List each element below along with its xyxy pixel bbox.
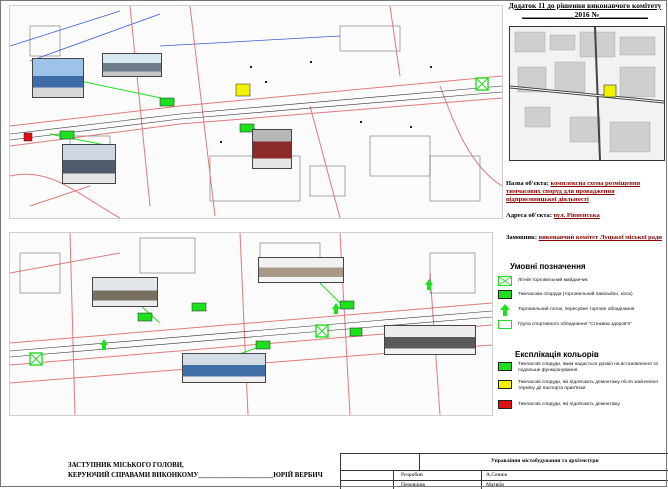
pavilion-photo bbox=[384, 325, 476, 355]
developer-role: Розробив bbox=[401, 472, 423, 478]
pavilion-photo bbox=[92, 277, 158, 307]
color-swatch-green bbox=[498, 362, 512, 371]
address-value: вул. Рівненська bbox=[553, 212, 600, 219]
colors-title: Експлікація кольорів bbox=[515, 350, 599, 359]
pavilion-photo bbox=[252, 129, 292, 169]
legend-item-label: Торговельний лоток, пересувне торгове об… bbox=[518, 307, 635, 312]
title-block: Управління містобудування та архітектури… bbox=[340, 453, 668, 489]
developer-name: А.Сенюк bbox=[486, 472, 508, 478]
outline-box-icon bbox=[498, 320, 512, 329]
legend-item-label: Тимчасова споруда (торговельний павільйо… bbox=[518, 292, 633, 297]
object-label: Назва об'єкта: bbox=[506, 180, 549, 187]
organization-name: Управління містобудування та архітектури bbox=[491, 458, 599, 464]
kiosk-photo bbox=[182, 353, 266, 383]
kiosk-photo bbox=[62, 144, 116, 184]
address-label: Адреса об'єкта: bbox=[506, 212, 552, 219]
document-header: Додаток 11 до рішення виконавчого коміте… bbox=[505, 1, 665, 21]
customer-value: виконавчий комітет Луцької міської ради bbox=[538, 234, 663, 241]
green-box-icon bbox=[498, 290, 512, 299]
map-top-canvas bbox=[10, 6, 502, 218]
color-item-label: Тимчасові споруди, які підлягають демонт… bbox=[518, 402, 620, 407]
location-inset-map bbox=[509, 26, 665, 161]
address-info: Адреса об'єкта: вул. Рівненська bbox=[506, 212, 666, 220]
color-item-label: Тимчасові споруди, яким надається дозвіл… bbox=[518, 362, 658, 373]
header-line-1: Додаток 11 до рішення виконавчого коміте… bbox=[508, 1, 662, 10]
customer-info: Замовник: виконавчий комітет Луцької міс… bbox=[506, 234, 666, 242]
signature-line-2: КЕРУЮЧИЙ СПРАВАМИ ВИКОНКОМУ_____________… bbox=[68, 472, 323, 479]
pavilion-photo bbox=[258, 257, 344, 283]
color-swatch-red bbox=[498, 400, 512, 409]
legend-item-label: Літній торговельний майданчик bbox=[518, 278, 588, 283]
kiosk-photo bbox=[32, 58, 84, 98]
header-line-2: ______________2016 №_____________ bbox=[522, 10, 648, 19]
signature-line-1: ЗАСТУПНИК МІСЬКОГО ГОЛОВИ, bbox=[68, 462, 184, 469]
color-swatch-yellow bbox=[498, 380, 512, 389]
inset-map-canvas bbox=[510, 27, 664, 160]
map-top[interactable] bbox=[9, 5, 503, 219]
signature-block: ЗАСТУПНИК МІСЬКОГО ГОЛОВИ, КЕРУЮЧИЙ СПРА… bbox=[68, 461, 323, 481]
color-item-label: Тимчасові споруди, які підлягають демонт… bbox=[518, 380, 658, 391]
object-info: Назва об'єкта: комплексна схема розміщен… bbox=[506, 180, 666, 204]
customer-label: Замовник: bbox=[506, 234, 538, 241]
legend-item-label: Група спортивного обладнання "Стежина зд… bbox=[518, 322, 632, 327]
crossed-square-icon bbox=[498, 276, 512, 286]
colors-list: Тимчасові споруди, яким надається дозвіл… bbox=[498, 362, 663, 418]
legend-title: Умовні позначення bbox=[510, 262, 586, 271]
pavilion-photo bbox=[102, 53, 162, 77]
map-bottom[interactable] bbox=[9, 232, 493, 416]
map-bottom-canvas bbox=[10, 233, 492, 415]
green-arrow-icon bbox=[500, 304, 510, 316]
legend-list: Літній торговельний майданчик Тимчасова … bbox=[498, 276, 663, 336]
